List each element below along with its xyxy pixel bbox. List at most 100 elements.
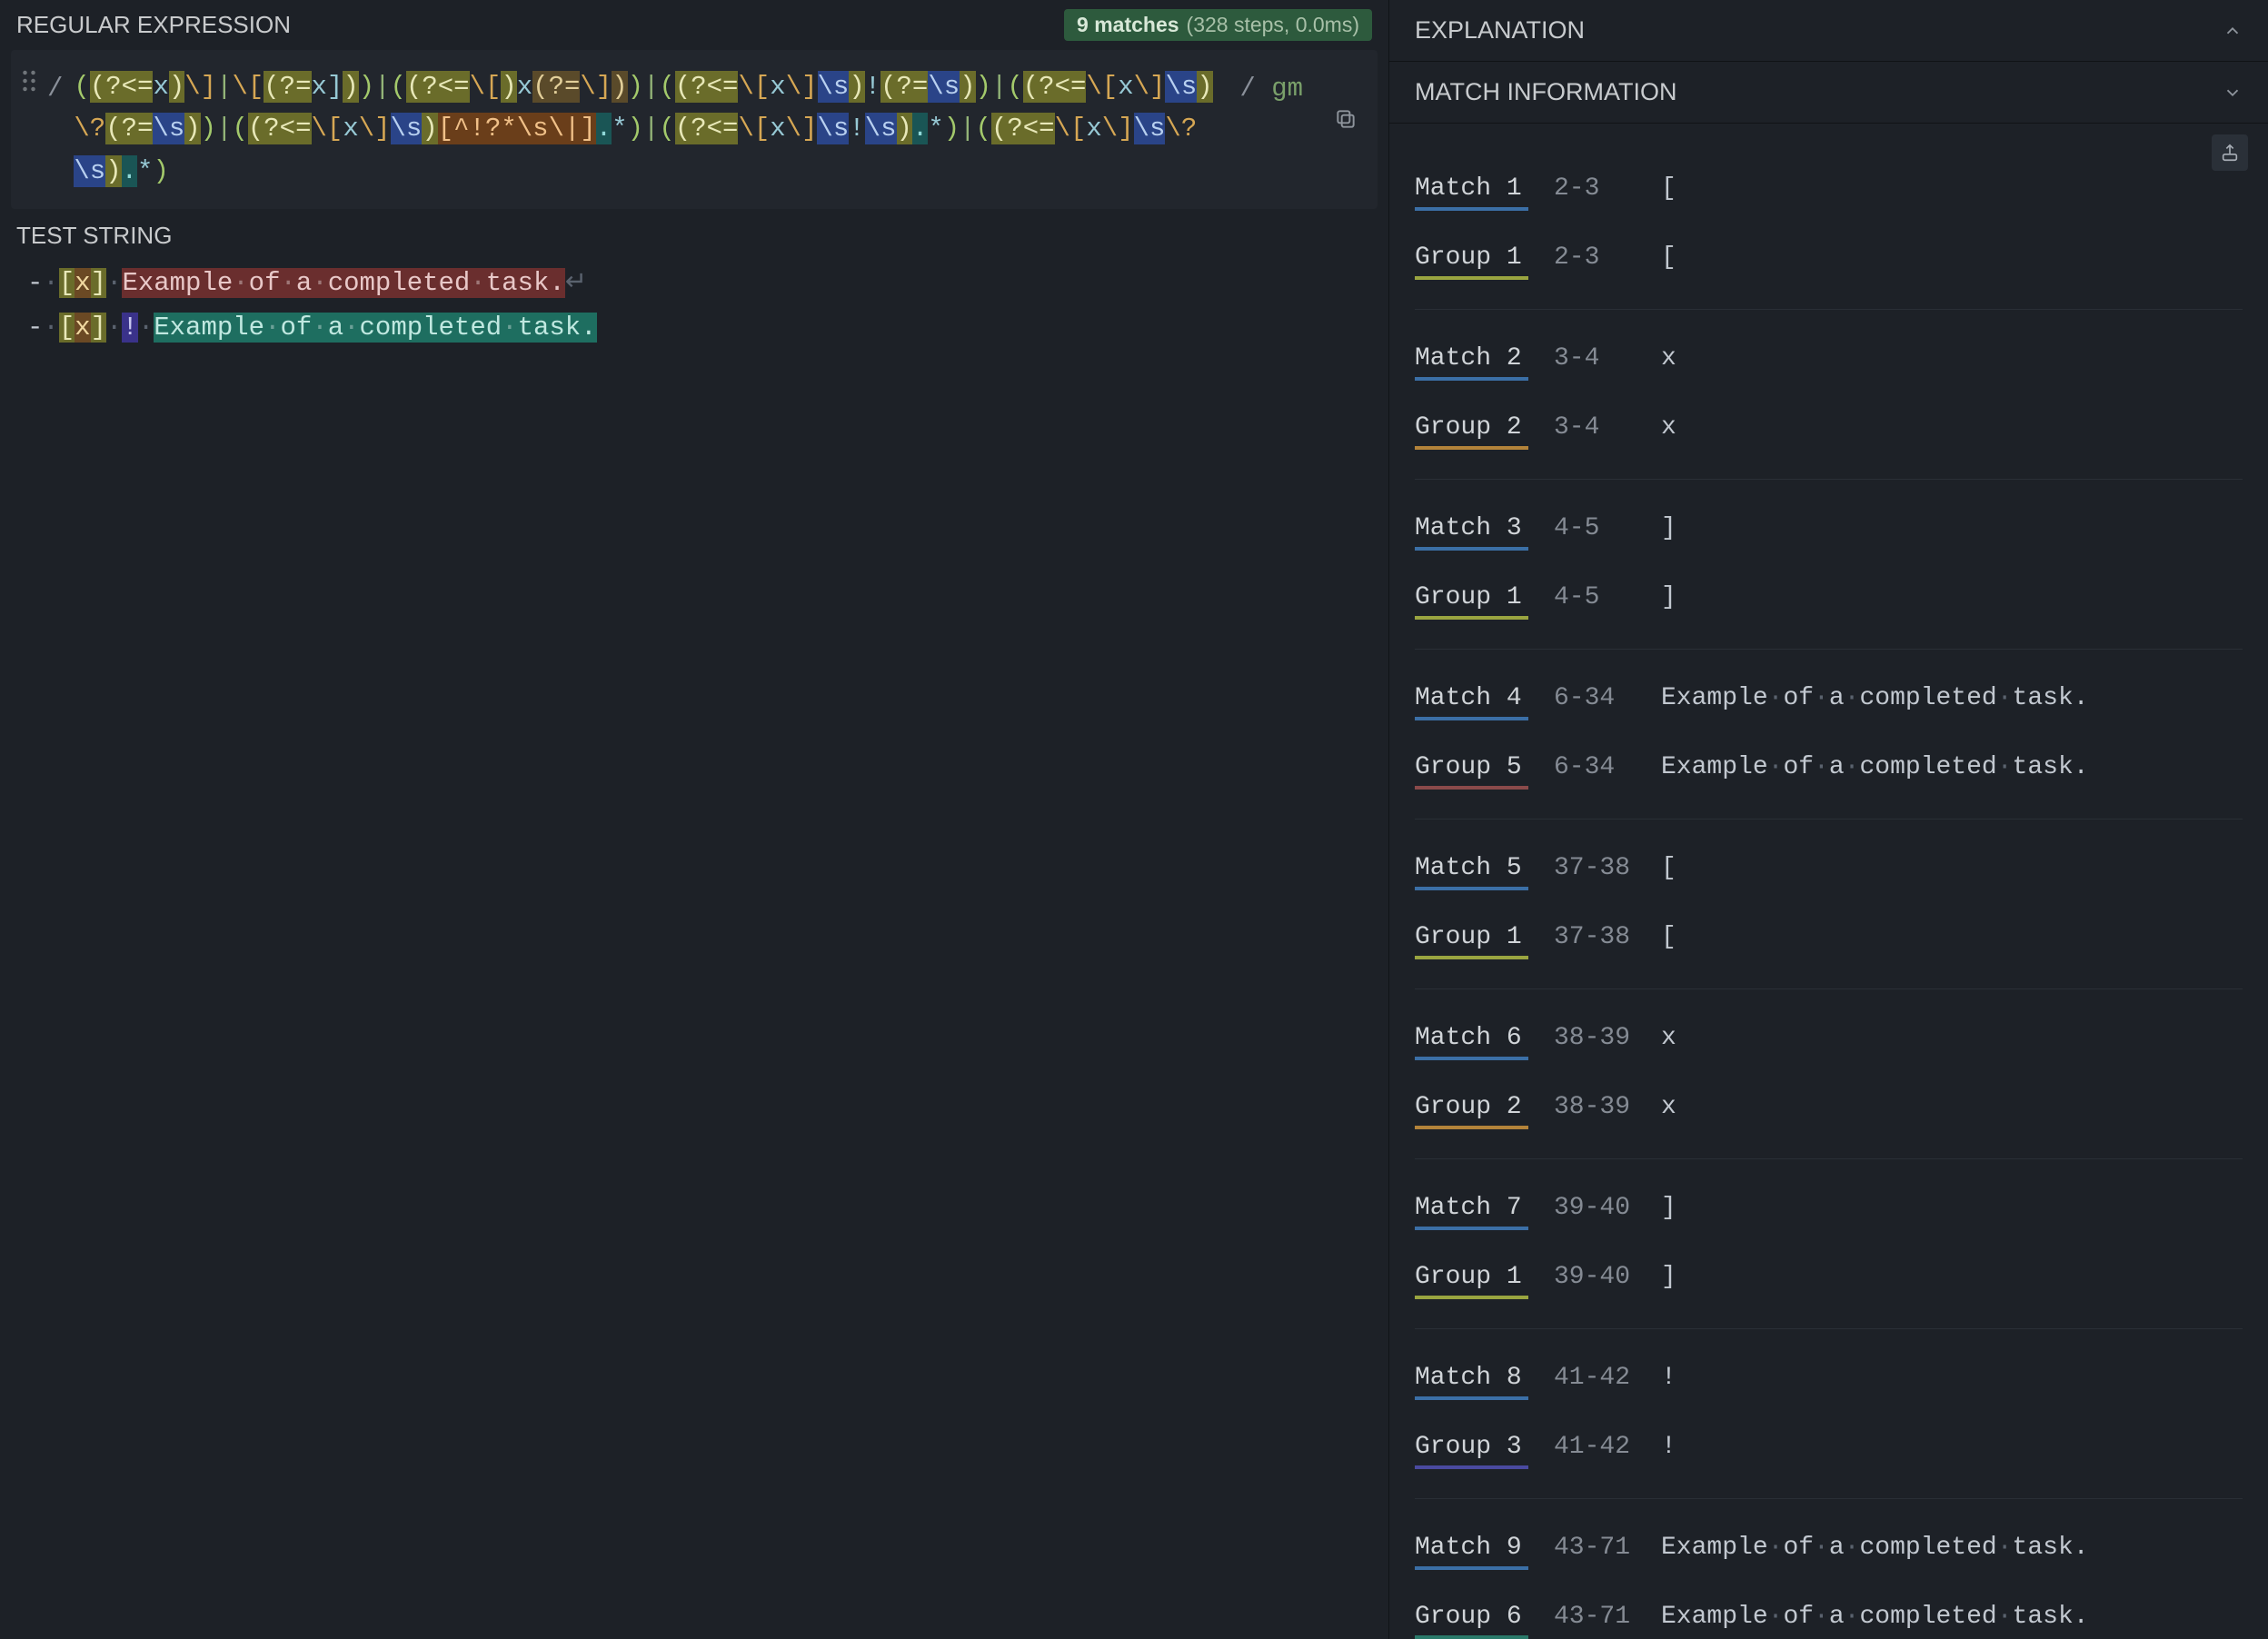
match-row[interactable]: Group 1 2-3 [ (1415, 227, 2243, 296)
match-range: 41-42 (1554, 1433, 1636, 1461)
match-range: 41-42 (1554, 1364, 1636, 1392)
match-text: Example·of·a·completed·task. (1661, 1603, 2089, 1631)
match-row[interactable]: Group 3 41-42! (1415, 1416, 2243, 1485)
regex-header-label: REGULAR EXPRESSION (16, 11, 291, 39)
match-label[interactable]: Match 7 (1415, 1194, 1528, 1230)
match-text: x (1661, 413, 1676, 442)
match-range: 3-4 (1554, 344, 1636, 372)
match-label[interactable]: Group 1 (1415, 1263, 1528, 1299)
match-range: 3-4 (1554, 413, 1636, 442)
match-block: Match 2 3-4 x Group 2 3-4 x (1415, 310, 2243, 480)
match-text: ] (1661, 1263, 1676, 1291)
match-row[interactable]: Group 14-5] (1415, 567, 2243, 636)
match-label[interactable]: Group 3 (1415, 1433, 1528, 1469)
match-text: ] (1661, 583, 1676, 611)
match-text: ! (1661, 1433, 1676, 1461)
match-range: 4-5 (1554, 514, 1636, 542)
export-icon (2220, 143, 2240, 163)
match-label[interactable]: Group 2 (1415, 1093, 1528, 1129)
match-row[interactable]: Group 6 43-71 Example·of·a·completed·task. (1415, 1586, 2243, 1639)
explanation-panel-header[interactable]: EXPLANATION (1389, 0, 2268, 62)
match-row[interactable]: Match 6 38-39 x (1415, 1008, 2243, 1077)
match-label[interactable]: Match 6 (1415, 1024, 1528, 1060)
match-text: x (1661, 1024, 1676, 1052)
match-label[interactable]: Match 3 (1415, 514, 1528, 551)
match-text: Example·of·a·completed·task. (1661, 753, 2089, 781)
match-range: 39-40 (1554, 1194, 1636, 1222)
match-block: Match 9 43-71 Example·of·a·completed·task.… (1415, 1499, 2243, 1639)
match-label[interactable]: Group 1 (1415, 243, 1528, 280)
matchinfo-header-label: MATCH INFORMATION (1415, 78, 1676, 106)
copy-icon (1334, 107, 1358, 131)
match-label[interactable]: Match 2 (1415, 344, 1528, 381)
match-range: 43-71 (1554, 1603, 1636, 1631)
match-row[interactable]: Match 5 37-38 [ (1415, 838, 2243, 907)
match-range: 38-39 (1554, 1024, 1636, 1052)
match-text: [ (1661, 854, 1676, 882)
right-pane: EXPLANATION MATCH INFORMATION Match 1 2-3… (1388, 0, 2268, 1639)
match-row[interactable]: Match 2 3-4 x (1415, 328, 2243, 397)
match-label[interactable]: Match 9 (1415, 1534, 1528, 1570)
match-range: 2-3 (1554, 243, 1636, 272)
match-text: x (1661, 1093, 1676, 1121)
regex-open-delimiter: / (47, 66, 63, 110)
match-block: Match 34-5]Group 14-5] (1415, 480, 2243, 650)
match-text: ] (1661, 514, 1676, 542)
explanation-header-label: EXPLANATION (1415, 16, 1585, 45)
match-label[interactable]: Group 5 (1415, 753, 1528, 790)
match-label[interactable]: Group 2 (1415, 413, 1528, 450)
left-pane: REGULAR EXPRESSION 9 matches (328 steps,… (0, 0, 1388, 1639)
match-label[interactable]: Group 1 (1415, 583, 1528, 620)
teststring-section-header: TEST STRING (0, 220, 1388, 255)
teststring-header-label: TEST STRING (16, 222, 172, 250)
match-label[interactable]: Group 1 (1415, 923, 1528, 959)
regex-flags[interactable]: gm (1271, 74, 1303, 104)
match-text: x (1661, 344, 1676, 372)
match-block: Match 638-39xGroup 238-39x (1415, 989, 2243, 1159)
match-range: 2-3 (1554, 174, 1636, 203)
drag-handle-icon (22, 70, 36, 92)
match-row[interactable]: Group 5 6-34 Example·of·a·completed·task. (1415, 737, 2243, 806)
test-line: -·[x]·Example·of·a·completed·task.↵ (27, 261, 1361, 305)
match-block: Match 8 41-42!Group 3 41-42! (1415, 1329, 2243, 1499)
copy-regex-button[interactable] (1329, 103, 1362, 135)
match-label[interactable]: Match 1 (1415, 174, 1528, 211)
match-block: Match 5 37-38 [ Group 137-38[ (1415, 820, 2243, 989)
regex-drag-handle[interactable] (11, 50, 47, 209)
match-row[interactable]: Group 137-38[ (1415, 907, 2243, 976)
match-row[interactable]: Match 46-34Example·of·a·completed·task. (1415, 668, 2243, 737)
regex-editor: / ((?<=x)\]|\[(?=x]))|((?<=\[)x(?=\]))|(… (11, 50, 1378, 209)
export-matches-button[interactable] (2212, 134, 2248, 171)
match-range: 37-38 (1554, 854, 1636, 882)
regex-section-header: REGULAR EXPRESSION 9 matches (328 steps,… (0, 0, 1388, 50)
match-text: [ (1661, 174, 1676, 203)
match-row[interactable]: Group 1 39-40] (1415, 1247, 2243, 1316)
match-row[interactable]: Match 9 43-71 Example·of·a·completed·task. (1415, 1517, 2243, 1586)
match-row[interactable]: Match 7 39-40] (1415, 1177, 2243, 1247)
match-label[interactable]: Group 6 (1415, 1603, 1528, 1639)
chevron-down-icon (2223, 83, 2243, 103)
matches-badge[interactable]: 9 matches (328 steps, 0.0ms) (1064, 9, 1372, 41)
matches-stats: (328 steps, 0.0ms) (1187, 13, 1359, 37)
regex-close-delimiter[interactable]: / gm (1239, 66, 1303, 110)
matchinfo-panel-header[interactable]: MATCH INFORMATION (1389, 62, 2268, 124)
regex-input[interactable]: ((?<=x)\]|\[(?=x]))|((?<=\[)x(?=\]))|((?… (74, 66, 1228, 193)
match-block: Match 7 39-40] Group 1 39-40] (1415, 1159, 2243, 1329)
match-text: Example·of·a·completed·task. (1661, 1534, 2089, 1562)
match-block: Match 46-34Example·of·a·completed·task.G… (1415, 650, 2243, 820)
match-text: ] (1661, 1194, 1676, 1222)
match-row[interactable]: Group 2 3-4 x (1415, 397, 2243, 466)
match-row[interactable]: Match 841-42! (1415, 1347, 2243, 1416)
test-string-input[interactable]: -·[x]·Example·of·a·completed·task.↵-·[x]… (11, 255, 1378, 1639)
match-block: Match 1 2-3 [ Group 1 2-3 [ (1415, 140, 2243, 310)
match-label[interactable]: Match 8 (1415, 1364, 1528, 1400)
match-range: 6-34 (1554, 753, 1636, 781)
match-row[interactable]: Group 238-39x (1415, 1077, 2243, 1146)
match-row[interactable]: Match 1 2-3 [ (1415, 158, 2243, 227)
match-row[interactable]: Match 3 4-5] (1415, 498, 2243, 567)
match-range: 39-40 (1554, 1263, 1636, 1291)
match-label[interactable]: Match 4 (1415, 684, 1528, 720)
match-label[interactable]: Match 5 (1415, 854, 1528, 890)
match-text: [ (1661, 243, 1676, 272)
match-range: 43-71 (1554, 1534, 1636, 1562)
